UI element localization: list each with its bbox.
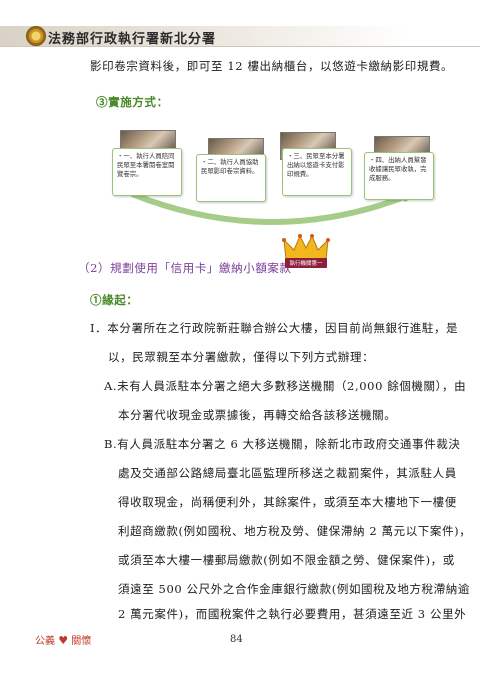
paragraph-line: A.未有人員派駐本分署之絕大多數移送機關（2,000 餘個機關），由 <box>104 379 467 393</box>
flow-step-1: ・一、執行人員陪同民眾至本署閱卷室閱覽卷宗。 <box>112 148 182 196</box>
flow-step-4: ・四、出納人員幫發收據讓民眾收執，完成服務。 <box>364 152 434 200</box>
flow-step-2: ・二、執行人員協助民眾影印卷宗資料。 <box>196 154 266 202</box>
section-heading-credit-card: （2）規劃使用「信用卡」繳納小額案款 <box>78 261 292 275</box>
paragraph-line: B.有人員派駐本分署之 6 大移送機關，除新北市政府交通事件裁決 <box>104 437 461 451</box>
heart-icon: ♥ <box>58 634 69 647</box>
paragraph-line: 以，民眾親至本分署繳款，僅得以下列方式辦理： <box>108 350 375 364</box>
section-heading-origin: ①緣起： <box>90 293 139 307</box>
page-number: 84 <box>230 634 243 645</box>
crown-text: 執行機關第一 <box>289 261 323 267</box>
paragraph-line: I．本分署所在之行政院新莊聯合辦公大樓，因目前尚無銀行進駐，是 <box>90 321 459 335</box>
section-heading-implementation: ③實施方式： <box>96 95 169 109</box>
footer-motto-a: 公義 <box>35 636 55 647</box>
header-title: 法務部行政執行署新北分署 <box>48 32 217 47</box>
footer-motto: 公義 ♥ 關懷 <box>35 632 91 647</box>
paragraph-line: 或須至本大樓一樓郵局繳款(例如不限金額之勞、健保案件)，或 <box>118 553 455 567</box>
footer-motto-b: 關懷 <box>71 636 92 647</box>
paragraph-line: 處及交通部公路總局臺北區監理所移送之裁罰案件，其派駐人員 <box>118 466 457 480</box>
paragraph-line: 須遠至 500 公尺外之合作金庫銀行繳款(例如國稅及地方稅滯納逾 <box>118 582 470 596</box>
body-line: 影印卷宗資料後，即可至 12 樓出納櫃台，以悠遊卡繳納影印規費。 <box>90 59 454 73</box>
crown-badge: 執行機關第一 <box>282 234 330 272</box>
flow-step-3: ・三、民眾至本分署出納以悠遊卡支付影印規費。 <box>282 148 352 196</box>
paragraph-line: 本分署代收現金或票據後，再轉交給各該移送機關。 <box>118 408 397 422</box>
paragraph-line: 得收取現金，尚稱便利外，其餘案件，或須至本大樓地下一樓便 <box>118 495 457 509</box>
paragraph-line: 2 萬元案件)，而國稅案件之執行必要費用，甚須遠至近 3 公里外 <box>118 607 467 621</box>
paragraph-line: 利超商繳款(例如國稅、地方稅及勞、健保滯納 2 萬元以下案件)， <box>118 524 472 538</box>
process-flow-diagram: ・一、執行人員陪同民眾至本署閱卷室閱覽卷宗。 ・二、執行人員協助民眾影印卷宗資料… <box>112 130 438 228</box>
agency-logo-icon <box>26 26 46 46</box>
